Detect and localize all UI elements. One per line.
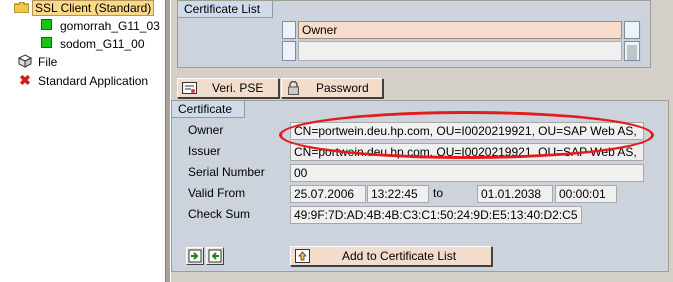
table-settings[interactable] — [624, 21, 640, 39]
add-to-certificate-list-button[interactable]: Add to Certificate List — [290, 246, 492, 266]
check-sum-field[interactable]: 49:9F:7D:AD:4B:4B:C3:C1:50:24:9D:E5:13:4… — [290, 206, 582, 224]
certificate-list-group: Certificate List Owner — [177, 0, 651, 68]
detail-pane: Certificate List Owner Veri. PSE Passwor… — [171, 0, 673, 282]
tree-node-sodom[interactable]: sodom_G11_00 — [41, 35, 145, 53]
column-header-owner[interactable]: Owner — [298, 21, 622, 39]
tree-node-gomorrah[interactable]: gomorrah_G11_03 — [41, 17, 160, 35]
tree-node-label: SSL Client (Standard) — [32, 0, 155, 16]
button-label: Veri. PSE — [212, 81, 264, 95]
pse-tree: SSL Client (Standard) gomorrah_G11_03 so… — [0, 0, 165, 282]
tree-node-ssl-client[interactable]: SSL Client (Standard) — [14, 0, 155, 17]
export-certificate-button[interactable] — [206, 247, 224, 265]
group-title: Certificate — [172, 101, 246, 118]
veri-pse-button[interactable]: Veri. PSE — [177, 78, 279, 98]
file-icon — [17, 53, 33, 71]
table-select-all[interactable] — [282, 21, 296, 39]
red-x-icon: ✖ — [19, 72, 31, 88]
button-label: Password — [316, 81, 369, 95]
valid-from-date-field[interactable]: 25.07.2006 — [290, 185, 366, 203]
check-sum-label: Check Sum — [188, 207, 251, 221]
valid-to-date-field[interactable]: 01.01.2038 — [477, 185, 553, 203]
green-square-icon — [41, 37, 52, 48]
tree-node-standard-application[interactable]: ✖ Standard Application — [18, 71, 148, 89]
folder-icon — [14, 2, 29, 13]
tree-node-file[interactable]: File — [17, 53, 58, 71]
issuer-field[interactable]: CN=portwein.deu.hp.com, OU=I0020219921, … — [290, 143, 644, 161]
lock-icon — [288, 81, 299, 95]
issuer-label: Issuer — [188, 144, 221, 158]
valid-from-label: Valid From — [188, 186, 246, 200]
certificate-list-table: Owner — [282, 21, 642, 61]
export-icon — [208, 249, 222, 263]
vertical-scrollbar[interactable] — [624, 41, 640, 61]
certificate-icon — [182, 82, 197, 94]
password-button[interactable]: Password — [281, 78, 383, 98]
tree-node-label: gomorrah_G11_03 — [60, 19, 160, 33]
owner-field[interactable]: CN=portwein.deu.hp.com, OU=I0020219921, … — [290, 122, 644, 140]
to-label: to — [433, 186, 444, 200]
green-square-icon — [41, 19, 52, 30]
serial-number-label: Serial Number — [188, 165, 265, 179]
group-title: Certificate List — [178, 1, 274, 18]
tree-node-label: File — [38, 55, 58, 69]
serial-number-field[interactable]: 00 — [290, 164, 644, 182]
table-row[interactable] — [298, 41, 622, 61]
tree-node-label: Standard Application — [38, 74, 149, 88]
row-selector[interactable] — [282, 41, 296, 61]
import-icon — [295, 249, 310, 263]
scroll-thumb[interactable] — [627, 45, 637, 60]
button-label: Add to Certificate List — [342, 249, 457, 263]
owner-label: Owner — [188, 123, 224, 137]
import-certificate-button[interactable] — [186, 247, 204, 265]
tree-node-label: sodom_G11_00 — [60, 37, 145, 51]
import-icon — [188, 249, 202, 263]
valid-to-time-field[interactable]: 00:00:01 — [555, 185, 617, 203]
valid-from-time-field[interactable]: 13:22:45 — [367, 185, 429, 203]
